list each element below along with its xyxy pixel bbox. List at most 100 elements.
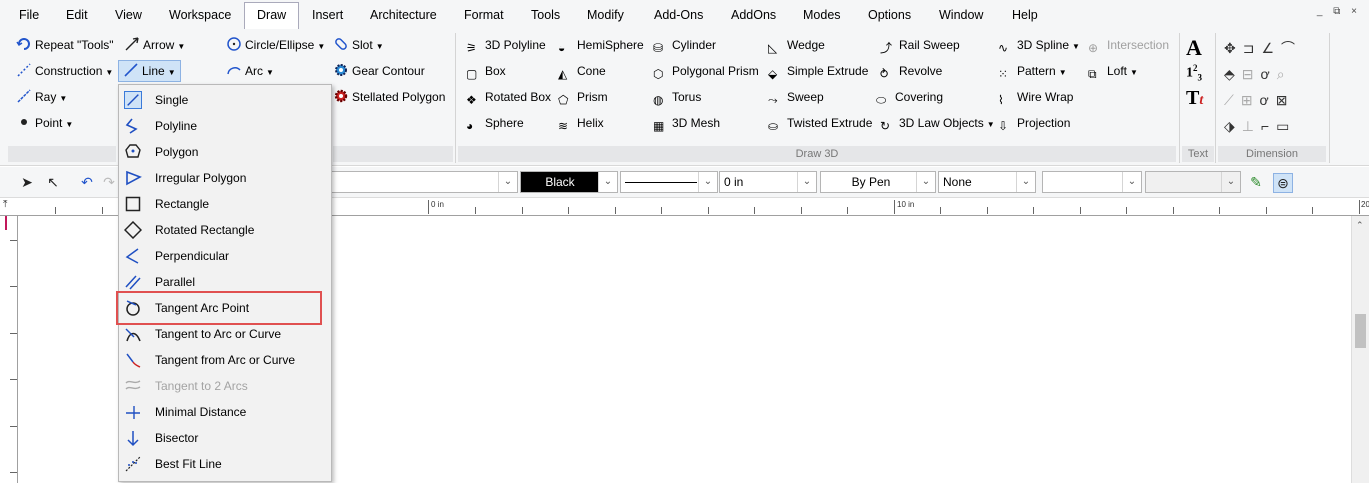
torus-button[interactable]: ◍ Torus: [653, 87, 701, 107]
pattern-select[interactable]: ⌄: [1042, 171, 1142, 193]
ray-button[interactable]: Ray ▼: [16, 87, 67, 107]
dimension-angle-icon[interactable]: ∠: [1261, 40, 1281, 56]
scrollbar-thumb[interactable]: [1355, 314, 1366, 348]
3d-polyline-button[interactable]: ⚞ 3D Polyline: [466, 35, 546, 55]
scroll-up-icon[interactable]: ⌃: [1356, 220, 1364, 231]
fill-select[interactable]: None ⌄: [938, 171, 1036, 193]
dimension-move-icon[interactable]: ✥: [1224, 40, 1243, 56]
menu-workspace[interactable]: Workspace: [169, 7, 231, 25]
line-menu-item-tangent-from-arc[interactable]: Tangent from Arc or Curve: [119, 347, 331, 373]
polygonal-prism-button[interactable]: ⬡ Polygonal Prism: [653, 61, 759, 81]
helix-button[interactable]: ≋ Helix: [558, 113, 604, 133]
menu-insert[interactable]: Insert: [312, 7, 343, 25]
menu-window[interactable]: Window: [939, 7, 983, 25]
line-button[interactable]: Line ▼: [118, 60, 181, 82]
hemisphere-button[interactable]: ◒ HemiSphere: [558, 35, 644, 55]
repeat-tools-button[interactable]: Repeat "Tools": [16, 35, 114, 55]
cylinder-button[interactable]: ⛁ Cylinder: [653, 35, 716, 55]
eyedropper-icon[interactable]: ✎: [1247, 173, 1265, 191]
menu-format[interactable]: Format: [464, 7, 504, 25]
sweep-button[interactable]: ⤳ Sweep: [768, 87, 824, 107]
dimension-radius-r-icon[interactable]: ơ: [1261, 66, 1277, 82]
dimension-ordinate-icon[interactable]: ⊥: [1242, 118, 1261, 134]
pattern-button[interactable]: ⁙ Pattern ▼: [998, 61, 1067, 81]
numbering-icon[interactable]: 123: [1186, 63, 1202, 82]
dimension-zoom-icon[interactable]: ⌕: [1277, 66, 1292, 82]
dimension-chain-icon[interactable]: ⬗: [1224, 118, 1242, 134]
line-menu-item-bisector[interactable]: Bisector: [119, 425, 331, 451]
line-thickness-select[interactable]: 0 in ⌄: [719, 171, 817, 193]
dimension-radius-icon[interactable]: ⌒: [1281, 40, 1302, 56]
dimension-tolerance-icon[interactable]: ▭: [1276, 118, 1296, 134]
edit-arrow-icon[interactable]: ↖: [44, 173, 62, 191]
wedge-button[interactable]: ◺ Wedge: [768, 35, 825, 55]
color-select[interactable]: Black ⌄: [520, 171, 618, 193]
line-style-select[interactable]: ⌄: [620, 171, 718, 193]
simple-extrude-button[interactable]: ⬙ Simple Extrude: [768, 61, 868, 81]
select-arrow-icon[interactable]: ➤: [18, 173, 36, 191]
prism-button[interactable]: ⬠ Prism: [558, 87, 608, 107]
construction-button[interactable]: Construction ▼: [16, 61, 113, 81]
revolve-button[interactable]: ⥁ Revolve: [880, 61, 942, 81]
line-menu-item-perpendicular[interactable]: Perpendicular: [119, 243, 331, 269]
text-a-icon[interactable]: A: [1186, 35, 1202, 61]
text-style-icon[interactable]: Tt: [1186, 87, 1203, 110]
menu-architecture[interactable]: Architecture: [370, 7, 437, 25]
rail-sweep-button[interactable]: ⤴ Rail Sweep: [880, 35, 960, 55]
rotated-box-button[interactable]: ❖ Rotated Box: [466, 87, 551, 107]
dimension-box-icon[interactable]: ⊠: [1276, 92, 1295, 108]
dimension-oblique-icon[interactable]: ⟋: [1224, 92, 1241, 108]
dimension-aligned-icon[interactable]: ⬘: [1224, 66, 1242, 82]
menu-file[interactable]: File: [19, 7, 39, 25]
cone-button[interactable]: ◭ Cone: [558, 61, 606, 81]
covering-button[interactable]: ⬭ Covering: [876, 87, 943, 107]
line-menu-item-single[interactable]: Single: [119, 87, 331, 113]
layers-icon[interactable]: ⊜: [1273, 173, 1293, 193]
menu-modify[interactable]: Modify: [587, 7, 624, 25]
slot-button[interactable]: Slot ▼: [333, 35, 384, 55]
sphere-button[interactable]: ◕ Sphere: [466, 113, 524, 133]
wire-wrap-button[interactable]: ⌇ Wire Wrap: [998, 87, 1073, 107]
menu-addons[interactable]: AddOns: [731, 7, 776, 25]
menu-edit[interactable]: Edit: [66, 7, 88, 25]
line-menu-item-polyline[interactable]: Polyline: [119, 113, 331, 139]
line-menu-item-irregular-polygon[interactable]: Irregular Polygon: [119, 165, 331, 191]
line-menu-item-minimal-distance[interactable]: Minimal Distance: [119, 399, 331, 425]
dimension-linear-icon[interactable]: ⊐: [1243, 40, 1262, 56]
3d-spline-button[interactable]: ∿ 3D Spline ▼: [998, 35, 1080, 55]
line-menu-item-best-fit-line[interactable]: Best Fit Line: [119, 451, 331, 477]
stellated-polygon-button[interactable]: Stellated Polygon: [333, 87, 445, 107]
loft-button[interactable]: ⧉ Loft ▼: [1088, 61, 1138, 81]
line-menu-item-tangent-two-arcs[interactable]: Tangent to 2 Arcs: [119, 373, 331, 399]
circle-ellipse-button[interactable]: Circle/Ellipse ▼: [226, 35, 325, 55]
pen-select[interactable]: By Pen ⌄: [820, 171, 936, 193]
menu-modes[interactable]: Modes: [803, 7, 841, 25]
point-button[interactable]: Point ▼: [16, 113, 73, 133]
line-menu-item-polygon[interactable]: Polygon: [119, 139, 331, 165]
layer-select[interactable]: ⌄: [330, 171, 518, 193]
twisted-extrude-button[interactable]: ⛀ Twisted Extrude: [768, 113, 872, 133]
3d-law-objects-button[interactable]: ↻ 3D Law Objects ▼: [880, 113, 995, 133]
dimension-continue-icon[interactable]: ⊞: [1241, 92, 1260, 108]
undo-icon[interactable]: ↶: [78, 173, 96, 191]
redo-icon[interactable]: ↷: [100, 173, 118, 191]
dimension-leader-icon[interactable]: ⌐: [1261, 118, 1276, 134]
box-button[interactable]: ▢ Box: [466, 61, 506, 81]
vertical-scrollbar[interactable]: ⌃: [1351, 216, 1369, 483]
opacity-select[interactable]: ⌄: [1145, 171, 1241, 193]
menu-options[interactable]: Options: [868, 7, 911, 25]
arrow-button[interactable]: Arrow ▼: [124, 35, 185, 55]
menu-add-ons[interactable]: Add-Ons: [654, 7, 703, 25]
3d-mesh-button[interactable]: ▦ 3D Mesh: [653, 113, 720, 133]
menu-tools[interactable]: Tools: [531, 7, 560, 25]
menu-view[interactable]: View: [115, 7, 142, 25]
window-controls[interactable]: _ ⧉ ×: [1317, 6, 1361, 17]
arc-button[interactable]: Arc ▼: [226, 61, 274, 81]
menu-draw[interactable]: Draw: [244, 2, 300, 29]
dimension-diameter-icon[interactable]: ơ: [1260, 92, 1276, 108]
line-menu-item-rotated-rectangle[interactable]: Rotated Rectangle: [119, 217, 331, 243]
projection-button[interactable]: ⇩ Projection: [998, 113, 1070, 133]
intersection-button[interactable]: ⊕ Intersection: [1088, 35, 1169, 55]
menu-help[interactable]: Help: [1012, 7, 1038, 25]
line-menu-item-rectangle[interactable]: Rectangle: [119, 191, 331, 217]
